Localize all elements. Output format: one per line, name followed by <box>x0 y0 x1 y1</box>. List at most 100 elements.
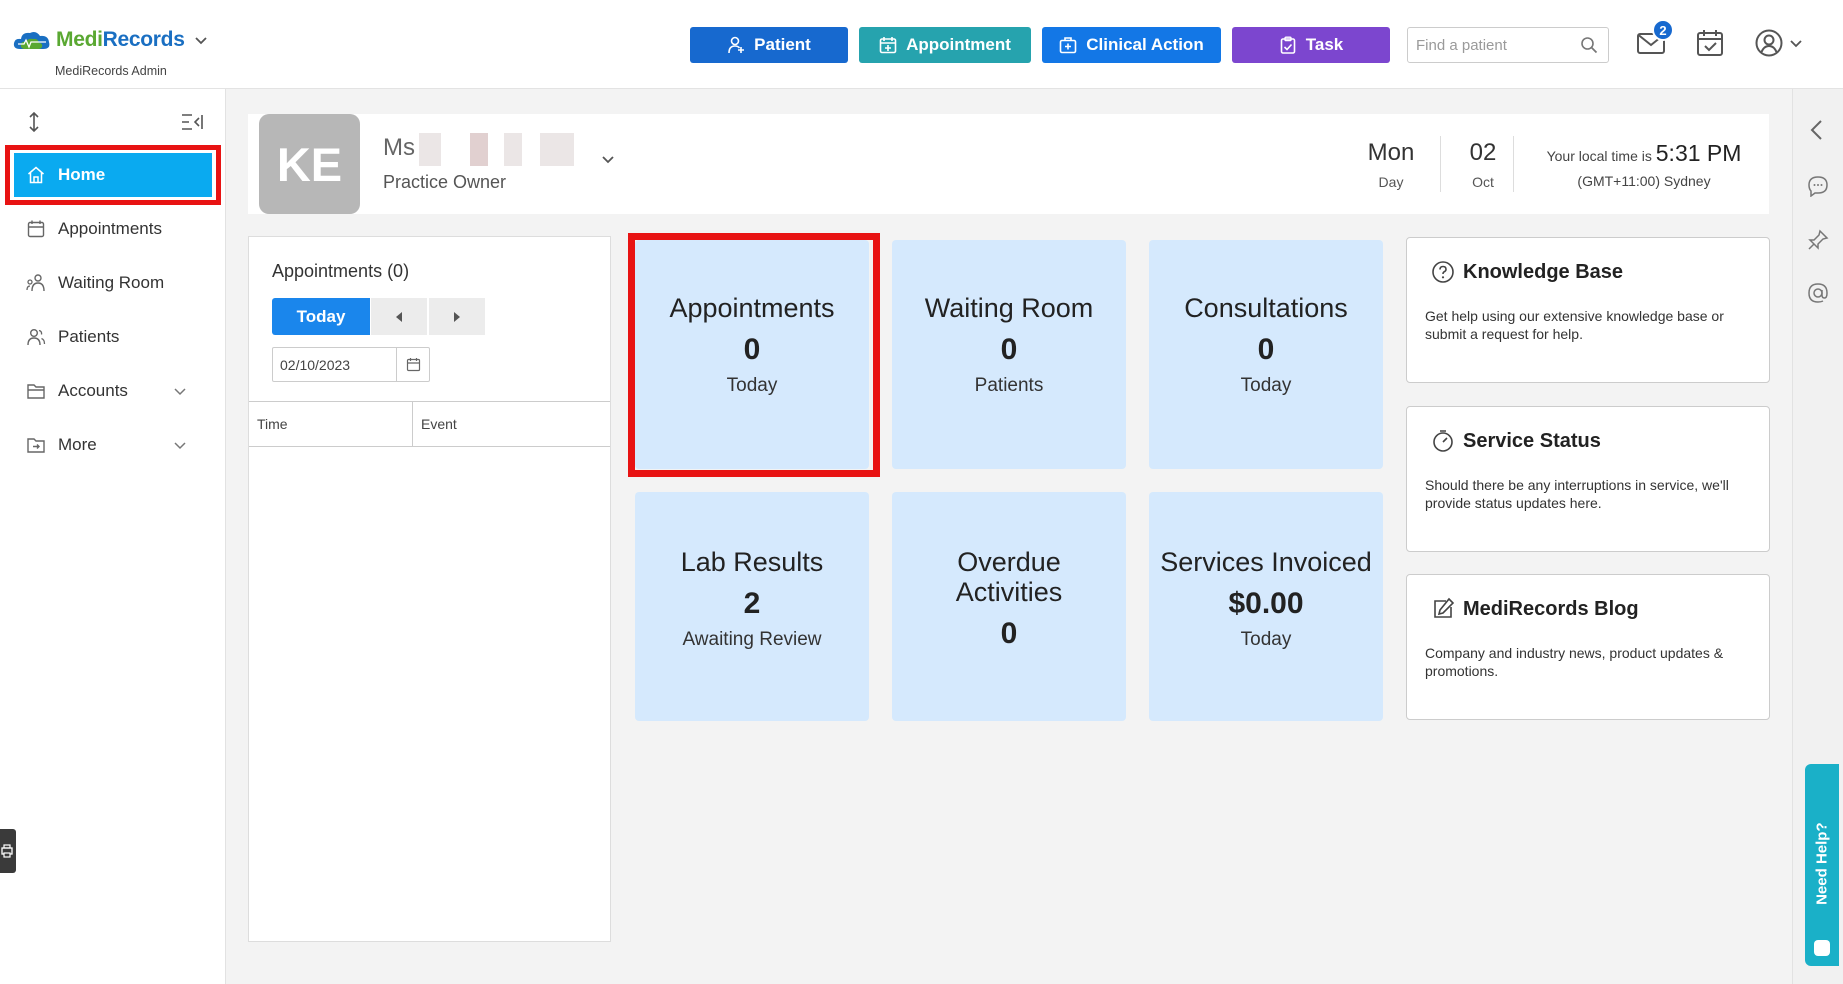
tile-title: Consultations <box>1184 293 1348 323</box>
local-time: 5:31 PM <box>1655 140 1742 166</box>
column-header-time[interactable]: Time <box>249 402 412 446</box>
card-body: Company and industry news, product updat… <box>1425 645 1724 679</box>
question-circle-icon <box>1432 261 1454 283</box>
tile-title: Overdue Activities <box>955 547 1063 607</box>
appointments-tile-highlight-box <box>628 233 880 477</box>
tile-subtitle: Today <box>1240 375 1292 396</box>
need-help-widget[interactable]: Need Help? <box>1805 764 1839 966</box>
appointment-date-input[interactable] <box>273 348 391 381</box>
calendar-plus-icon <box>879 37 897 54</box>
need-help-label: Need Help? <box>1813 822 1831 905</box>
user-menu[interactable] <box>1754 28 1802 58</box>
timezone: (GMT+11:00) Sydney <box>1577 173 1711 189</box>
today-button[interactable]: Today <box>272 298 370 335</box>
sidebar-item-label: More <box>58 435 97 454</box>
caret-left-icon <box>396 311 402 322</box>
top-bar: MediRecords MediRecords Admin Patient Ap… <box>0 0 1843 89</box>
calendar-check-icon[interactable] <box>1695 28 1725 58</box>
card-title: MediRecords Blog <box>1463 597 1639 620</box>
sidebar-item-appointments[interactable]: Appointments <box>14 207 212 251</box>
card-body: Should there be any interruptions in ser… <box>1425 477 1729 511</box>
column-header-event[interactable]: Event <box>412 402 610 446</box>
medirecords-blog-card[interactable]: MediRecords Blog Company and industry ne… <box>1406 574 1770 720</box>
tile-lab-results[interactable]: Lab Results 2 Awaiting Review <box>635 492 869 721</box>
appointments-panel-title: Appointments (0) <box>272 261 410 281</box>
expand-vertical-icon[interactable] <box>25 111 43 133</box>
chevron-down-icon <box>194 37 207 45</box>
knowledge-base-card[interactable]: Knowledge Base Get help using our extens… <box>1406 237 1770 383</box>
add-patient-button[interactable]: Patient <box>690 27 848 63</box>
day-display: Mon Day <box>1361 139 1421 190</box>
redacted-name-block <box>540 133 574 166</box>
pin-icon[interactable] <box>1807 229 1829 251</box>
patient-search <box>1407 27 1609 63</box>
sidebar-item-more[interactable]: More <box>14 423 212 467</box>
avatar: KE <box>259 114 360 214</box>
sidebar-item-patients[interactable]: Patients <box>14 315 212 359</box>
service-status-card[interactable]: Service Status Should there be any inter… <box>1406 406 1770 552</box>
calendar-icon <box>406 358 421 372</box>
tile-overdue-activities[interactable]: Overdue Activities 0 <box>892 492 1126 721</box>
sidebar-item-accounts[interactable]: Accounts <box>14 369 212 413</box>
appointment-date-picker <box>272 347 430 382</box>
divider <box>1440 136 1441 192</box>
tile-consultations[interactable]: Consultations 0 Today <box>1149 240 1383 469</box>
brand-subtitle: MediRecords Admin <box>55 64 167 78</box>
chat-icon[interactable] <box>1807 175 1829 197</box>
search-icon[interactable] <box>1580 36 1598 54</box>
add-patient-label: Patient <box>754 35 811 54</box>
side-drawer-tab[interactable] <box>0 829 16 873</box>
date-picker-button[interactable] <box>396 348 430 381</box>
add-appointment-label: Appointment <box>906 35 1011 54</box>
tile-value: $0.00 <box>1228 587 1304 620</box>
sidebar-tools <box>0 111 226 135</box>
at-mention-icon[interactable] <box>1807 282 1829 304</box>
clinical-action-button[interactable]: Clinical Action <box>1042 27 1221 63</box>
chat-bubble-icon <box>1814 940 1830 956</box>
patient-search-input[interactable] <box>1408 28 1568 62</box>
tile-value: 0 <box>1000 333 1018 366</box>
chevron-down-icon <box>174 388 186 396</box>
tile-value: 0 <box>1000 617 1018 650</box>
next-day-button[interactable] <box>429 298 485 335</box>
folder-icon <box>27 384 45 399</box>
clinical-action-label: Clinical Action <box>1086 35 1204 54</box>
add-person-icon <box>728 36 745 54</box>
cloud-logo-icon <box>13 32 50 49</box>
divider <box>1513 136 1514 192</box>
previous-day-button[interactable] <box>371 298 427 335</box>
stopwatch-icon <box>1433 430 1453 452</box>
mail-count-badge: 2 <box>1652 19 1674 41</box>
local-time-display: Your local time is 5:31 PM (GMT+11:00) S… <box>1534 140 1754 189</box>
chevron-down-icon[interactable] <box>601 152 615 166</box>
tile-waiting-room[interactable]: Waiting Room 0 Patients <box>892 240 1126 469</box>
folder-arrow-icon <box>27 438 45 453</box>
sidebar-item-label: Waiting Room <box>58 273 165 292</box>
tile-title: Services Invoiced <box>1160 547 1372 577</box>
tile-subtitle: Awaiting Review <box>682 629 822 650</box>
appointments-table-header: Time Event <box>249 401 610 447</box>
sidebar-item-label: Patients <box>58 327 120 346</box>
medical-bag-icon <box>1059 37 1077 54</box>
card-title: Knowledge Base <box>1463 260 1624 283</box>
caret-right-icon <box>454 311 460 322</box>
add-task-button[interactable]: Task <box>1232 27 1390 63</box>
calendar-icon <box>27 220 45 238</box>
card-title: Service Status <box>1463 429 1601 452</box>
tile-title: Waiting Room <box>924 293 1094 323</box>
user-name-prefix: Ms <box>383 134 415 161</box>
collapse-sidebar-icon[interactable] <box>181 113 203 131</box>
add-task-label: Task <box>1305 35 1344 54</box>
sidebar-item-waiting-room[interactable]: Waiting Room <box>14 261 212 305</box>
tile-services-invoiced[interactable]: Services Invoiced $0.00 Today <box>1149 492 1383 721</box>
redacted-name-block <box>504 133 522 166</box>
chevron-left-icon[interactable] <box>1807 119 1827 141</box>
waiting-people-icon <box>26 274 45 292</box>
printer-icon <box>1 844 13 858</box>
date-display: 02 Oct <box>1458 139 1508 190</box>
user-avatar-icon <box>1755 29 1783 57</box>
month-name: Oct <box>1472 174 1494 190</box>
tile-value: 2 <box>743 587 761 620</box>
brand-switcher[interactable]: MediRecords <box>12 28 207 52</box>
add-appointment-button[interactable]: Appointment <box>859 27 1031 63</box>
